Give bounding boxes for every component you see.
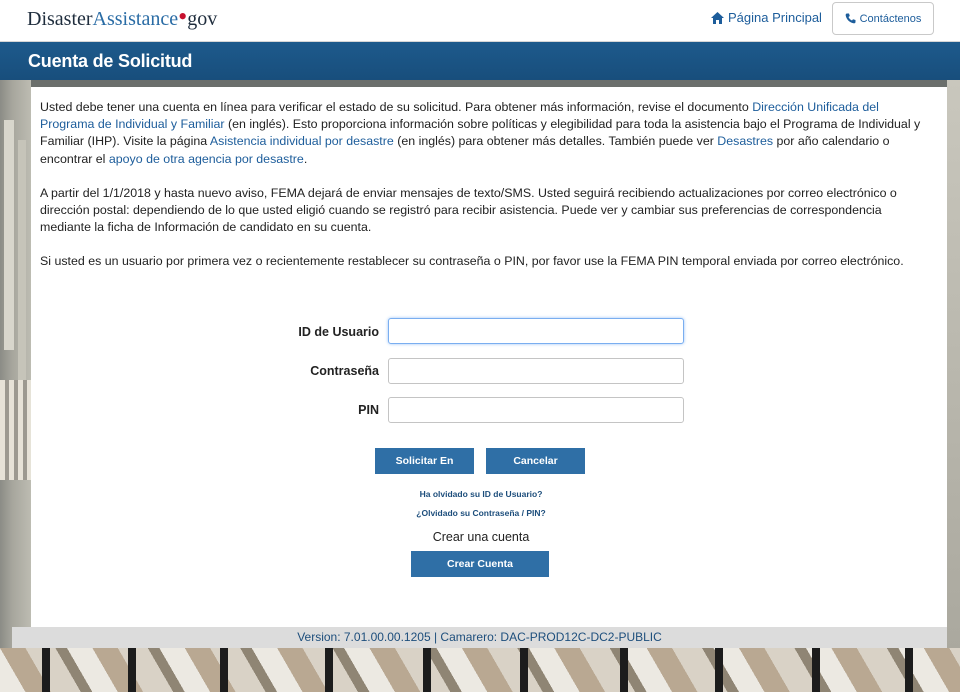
page-title: Cuenta de Solicitud	[28, 51, 193, 71]
contact-button[interactable]: Contáctenos	[832, 2, 934, 35]
pin-input[interactable]	[388, 397, 684, 423]
background-fence-bar	[812, 648, 820, 692]
background-photo-left	[0, 80, 31, 692]
home-icon	[711, 10, 728, 25]
intro-text-span: Usted debe tener una cuenta en línea par…	[40, 100, 753, 114]
create-account-button[interactable]: Crear Cuenta	[411, 551, 549, 577]
logo-part-assistance: Assistance	[92, 8, 179, 30]
intro-text-span: (en inglés) para obtener más detalles. T…	[393, 134, 718, 149]
forgot-user-id-link[interactable]: Ha olvidado su ID de Usuario?	[331, 489, 631, 499]
logo-dot: •	[178, 2, 188, 31]
background-fence-bar	[905, 648, 913, 692]
contact-button-label: Contáctenos	[859, 12, 922, 25]
submit-button[interactable]: Solicitar En	[375, 448, 474, 474]
background-photo-floor	[0, 648, 960, 692]
link-individual-assistance[interactable]: Asistencia individual por desastre	[210, 134, 394, 148]
cancel-button[interactable]: Cancelar	[486, 448, 585, 474]
user-id-label: ID de Usuario	[298, 325, 379, 339]
password-input[interactable]	[388, 358, 684, 384]
intro-paragraph-1: Usted debe tener una cuenta en línea par…	[40, 99, 930, 168]
password-label: Contraseña	[310, 364, 379, 378]
background-fence-bar	[520, 648, 528, 692]
user-id-input[interactable]	[388, 318, 684, 344]
background-fence-bar	[620, 648, 628, 692]
intro-paragraph-2: A partir del 1/1/2018 y hasta nuevo avis…	[40, 185, 897, 235]
background-photo-right	[947, 80, 960, 692]
pin-label: PIN	[358, 403, 379, 417]
background-column	[18, 140, 26, 400]
intro-text-span: .	[303, 151, 308, 166]
version-footer: Version: 7.01.00.00.1205 | Camarero: DAC…	[12, 627, 947, 648]
intro-text: Usted debe tener una cuenta en línea par…	[40, 99, 930, 288]
forgot-password-link[interactable]: ¿Olvidado su Contraseña / PIN?	[331, 508, 631, 518]
link-other-agency-support[interactable]: apoyo de otra agencia por desastre	[109, 152, 304, 166]
background-fence-bar	[715, 648, 723, 692]
login-card: Usted debe tener una cuenta en línea par…	[31, 87, 947, 627]
page-title-bar: Cuenta de Solicitud	[0, 42, 960, 80]
background-fence-bar	[220, 648, 228, 692]
background-fence-bar	[42, 648, 50, 692]
phone-icon	[845, 13, 860, 25]
background-railing	[0, 380, 31, 480]
link-disasters[interactable]: Desastres	[717, 134, 773, 148]
logo-part-disaster: Disaster	[27, 8, 93, 30]
background-fence-bar	[325, 648, 333, 692]
intro-paragraph-3: Si usted es un usuario por primera vez o…	[40, 254, 904, 269]
create-account-label: Crear una cuenta	[432, 530, 530, 544]
site-logo[interactable]: DisasterAssistance•gov	[27, 4, 218, 31]
background-fence-bar	[128, 648, 136, 692]
background-column	[4, 120, 14, 350]
logo-part-gov: gov	[187, 8, 218, 30]
home-link-label: Página Principal	[728, 10, 822, 25]
home-link[interactable]: Página Principal	[711, 10, 822, 25]
background-fence-bar	[423, 648, 431, 692]
site-header: DisasterAssistance•gov Página Principal …	[0, 0, 960, 42]
